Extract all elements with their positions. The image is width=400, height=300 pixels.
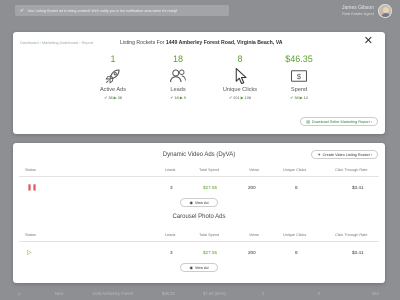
- rocket-icon: ✈: [317, 153, 321, 157]
- view-ad-button[interactable]: ◉ View Ad: [180, 263, 218, 272]
- top-bar: ✔ Your Listing Rocket ad is being create…: [0, 0, 400, 26]
- stat-label: Unique Clicks: [222, 87, 258, 93]
- stat-sub: ✔ 38 ▶ 14: [290, 96, 308, 100]
- stat-spend: $46.35 $ Spend ✔ 38 ▶ 14: [269, 54, 329, 100]
- stat-label: Leads: [170, 87, 186, 93]
- dollar-bill-icon: $: [269, 66, 329, 86]
- stat-label: Spend: [290, 87, 308, 93]
- users-icon: [148, 66, 208, 86]
- eye-icon: ◉: [189, 266, 193, 270]
- stat-label: Active Ads: [99, 87, 127, 93]
- notification-text: Your Listing Rocket ad is being created!…: [27, 8, 178, 13]
- table-header: Status Leads Total Spend Views Unique Cl…: [25, 233, 368, 237]
- background-table-row: ▷ New 1449 Amberley Forest $46.22 $7.64 …: [18, 291, 379, 296]
- listing-title: Listing Rockets For 1449 Amberley Forest…: [120, 40, 283, 46]
- stat-value: $46.35: [285, 54, 313, 64]
- listing-report-modal: Dashboard › Marketing Dashboard › Report…: [13, 32, 385, 134]
- stat-leads: 18 Leads ✔ 18 ▶ 9: [148, 54, 208, 100]
- table-header: Status Leads Total Spend Views Unique Cl…: [25, 168, 368, 172]
- view-ad-button[interactable]: ◉ View Ad: [180, 198, 218, 207]
- document-icon: ▤: [306, 120, 310, 124]
- stat-value: 1: [110, 54, 116, 64]
- stat-sub: ✔ 201 ▶ 108: [229, 96, 251, 100]
- stat-sub: ✔ 38 ▶ 38: [104, 96, 122, 100]
- download-report-button[interactable]: ▤ Download Seller Marketing Report ›: [300, 117, 378, 126]
- play-icon: ▷: [18, 291, 22, 296]
- table-row[interactable]: ❚❚ 3 $27.55 200 8 $3.41: [13, 185, 385, 193]
- stat-active-ads: 1 Active Ads ✔ 38 ▶ 38: [83, 54, 143, 100]
- ads-table-card: Dynamic Video Ads (DyVA) ✈ Create Video …: [13, 143, 385, 283]
- pause-icon[interactable]: ❚❚: [27, 184, 37, 191]
- avatar[interactable]: [378, 4, 392, 18]
- user-role: Real Estate Agent: [341, 11, 374, 16]
- stat-value: 8: [237, 54, 243, 64]
- table-row[interactable]: ▷ 3 $27.55 200 8 $3.41: [13, 250, 385, 258]
- cursor-icon: [210, 66, 270, 86]
- listing-address: 1449 Amberley Forest Road, Virginia Beac…: [165, 40, 283, 46]
- rocket-icon: [83, 66, 143, 86]
- create-video-rocket-button[interactable]: ✈ Create Video Listing Rocket ›: [311, 150, 378, 159]
- stats-row: 1 Active Ads ✔ 38 ▶ 38 18 Leads ✔ 18 ▶ 9…: [83, 54, 333, 114]
- check-icon: ✔: [20, 7, 25, 14]
- stat-value: 18: [172, 54, 183, 64]
- stat-sub: ✔ 18 ▶ 9: [170, 96, 186, 100]
- eye-icon: ◉: [189, 201, 193, 205]
- stat-unique-clicks: 8 Unique Clicks ✔ 201 ▶ 108: [210, 54, 270, 100]
- breadcrumb[interactable]: Dashboard › Marketing Dashboard › Report: [20, 41, 93, 45]
- user-info[interactable]: James Gibson Real Estate Agent: [342, 5, 374, 17]
- listing-prefix: Listing Rockets For: [120, 40, 165, 46]
- section-title-carousel: Carousel Photo Ads: [172, 214, 226, 220]
- svg-text:$: $: [297, 72, 302, 81]
- play-icon[interactable]: ▷: [27, 249, 32, 256]
- notification-banner: ✔ Your Listing Rocket ad is being create…: [15, 5, 229, 16]
- close-icon[interactable]: ✕: [364, 36, 373, 47]
